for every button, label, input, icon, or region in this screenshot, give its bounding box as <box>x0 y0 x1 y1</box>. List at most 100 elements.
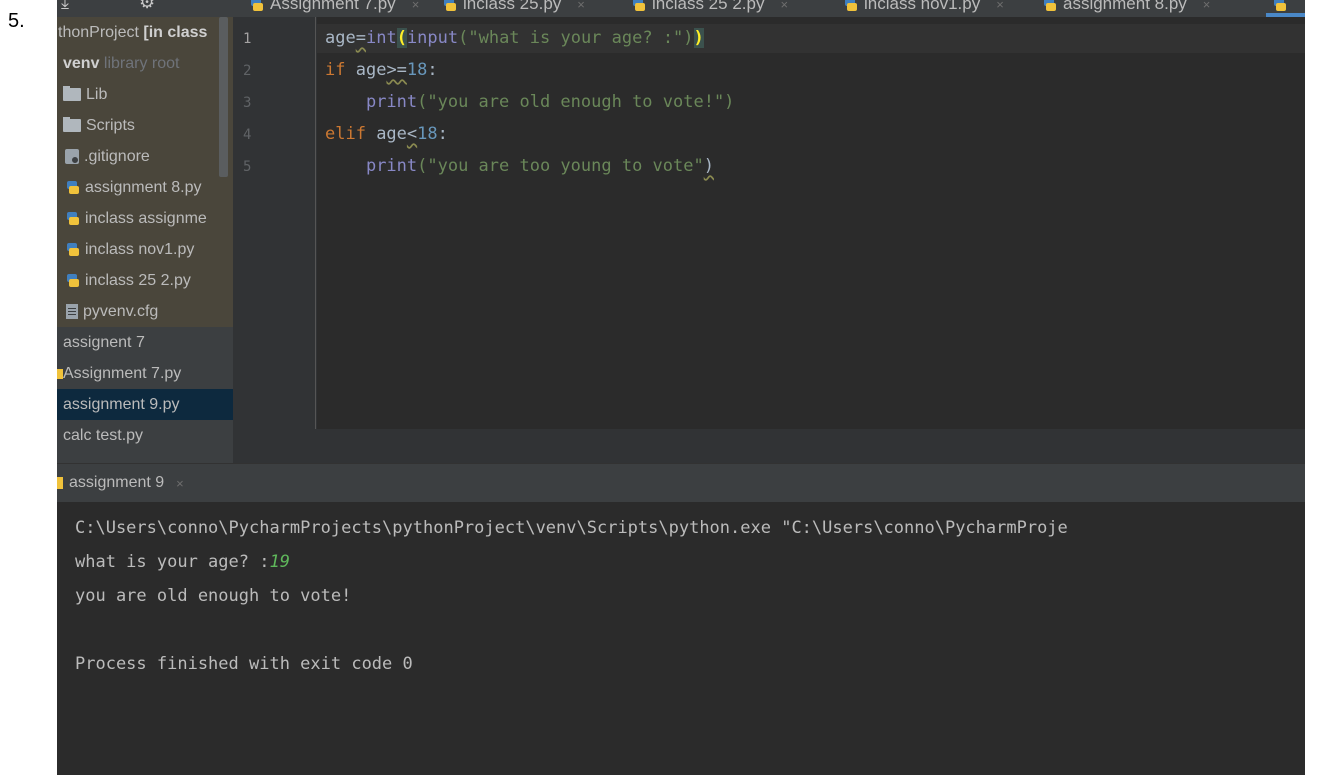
code-token: print <box>365 156 418 176</box>
library-root-note: library root <box>103 54 180 72</box>
code-editor[interactable]: age=int(input("what is your age? :")) if… <box>317 17 1305 463</box>
tree-item-assignent-7[interactable]: assignent 7 <box>57 327 239 358</box>
tree-item-assignment-7-py[interactable]: Assignment 7.py <box>57 358 233 389</box>
tab-label: inclass 25.py <box>463 0 562 13</box>
code-token: >= <box>386 60 407 80</box>
tree-item-venv[interactable]: venv library root <box>57 48 239 79</box>
folder-icon <box>63 86 81 101</box>
tree-item-inclass-25-2[interactable]: inclass 25 2.py <box>57 265 241 296</box>
close-icon[interactable]: × <box>996 0 1004 12</box>
code-token: : <box>437 124 448 144</box>
tree-item-lib[interactable]: Lib <box>57 79 239 110</box>
tree-item-label: assignment 9.py <box>63 395 180 413</box>
code-token: < <box>406 124 418 144</box>
run-tool-window-header: assignment 9 × <box>57 463 1305 502</box>
tree-item-inclass-nov1[interactable]: inclass nov1.py <box>57 234 241 265</box>
code-line-5[interactable]: print("you are too young to vote") <box>325 156 714 176</box>
venv-name: venv <box>63 54 100 72</box>
console-prompt-line: what is your age? :19 <box>75 552 290 572</box>
code-token: 18 <box>417 124 438 144</box>
tab-assignment-8[interactable]: assignment 8.py × <box>1042 0 1210 17</box>
console-command-line: C:\Users\conno\PycharmProjects\pythonPro… <box>75 518 1068 538</box>
code-token: print <box>365 92 418 112</box>
project-name: thonProject <box>58 23 139 41</box>
code-token: age <box>365 124 407 144</box>
python-file-icon <box>249 0 264 12</box>
line-number: 3 <box>243 95 252 111</box>
code-token: ("what is your age? :") <box>458 28 694 48</box>
sidebar-scrollbar[interactable] <box>219 17 228 177</box>
line-number: 2 <box>243 63 252 79</box>
tree-item-label: pyvenv.cfg <box>83 302 159 320</box>
line-number-gutter: 1 2 3 4 5 <box>233 17 317 463</box>
tree-item-scripts[interactable]: Scripts <box>57 110 239 141</box>
tree-item-pyvenv-cfg[interactable]: pyvenv.cfg <box>57 296 242 327</box>
python-file-icon <box>442 0 457 12</box>
code-line-2[interactable]: if age>=18: <box>325 60 438 80</box>
tree-item-assignment-8[interactable]: assignment 8.py <box>57 172 241 203</box>
console-user-input: 19 <box>269 552 290 572</box>
tree-item-label: assignent 7 <box>63 333 145 351</box>
code-token: elif <box>325 124 366 144</box>
close-icon[interactable]: × <box>577 0 585 12</box>
line-number: 4 <box>243 127 252 143</box>
python-file-icon <box>1042 0 1057 12</box>
tree-item-gitignore[interactable]: .gitignore <box>57 141 241 172</box>
close-icon[interactable]: × <box>1203 0 1211 12</box>
run-tab-label: assignment 9 <box>69 474 165 491</box>
list-item-number: 5. <box>8 10 25 32</box>
code-line-3[interactable]: print("you are old enough to vote!") <box>325 92 734 112</box>
python-file-icon <box>65 211 80 226</box>
tree-item-project-root[interactable]: thonProject [in class <box>57 17 234 48</box>
bracket-match: ( <box>396 28 407 48</box>
tab-inclass-nov1[interactable]: inclass nov1.py × <box>843 0 1004 17</box>
tree-item-label: .gitignore <box>84 147 150 165</box>
python-file-icon <box>65 180 80 195</box>
close-icon[interactable]: × <box>412 0 420 12</box>
tree-item-calc-test[interactable]: calc test.py <box>57 420 239 451</box>
project-tree-panel: thonProject [in class venv library root … <box>57 17 242 463</box>
code-line-4[interactable]: elif age<18: <box>325 124 448 144</box>
code-token: if <box>325 60 346 80</box>
tree-item-assignment-9-selected[interactable]: assignment 9.py <box>57 389 239 420</box>
tree-item-label: Scripts <box>86 116 135 134</box>
code-token: : <box>427 60 438 80</box>
tree-item-label: calc test.py <box>63 426 144 444</box>
settings-gear-icon[interactable]: ⚙ <box>139 0 155 13</box>
run-tab-assignment-9[interactable]: assignment 9 × <box>57 474 184 492</box>
expand-icon[interactable]: ⌃ <box>99 0 114 13</box>
console-prompt: what is your age? : <box>75 552 270 572</box>
tree-item-label: Lib <box>86 85 108 103</box>
close-icon[interactable]: × <box>780 0 788 12</box>
code-token: ("you are old enough to vote!") <box>417 92 735 112</box>
run-console[interactable]: C:\Users\conno\PycharmProjects\pythonPro… <box>57 502 1305 775</box>
editor-tab-bar: ⤓ ⌃ ⚙ Assignment 7.py × inclass 25.py × … <box>57 0 1305 17</box>
code-line-1[interactable]: age=int(input("what is your age? :")) <box>325 28 704 48</box>
code-token: 18 <box>406 60 428 80</box>
tree-item-inclass-assignment[interactable]: inclass assignme <box>57 203 241 234</box>
python-run-icon <box>57 477 63 489</box>
console-output-line: you are old enough to vote! <box>75 586 352 606</box>
line-number: 1 <box>243 31 252 47</box>
tab-inclass-25[interactable]: inclass 25.py × <box>442 0 585 17</box>
tree-item-label: inclass 25 2.py <box>85 271 191 289</box>
editor-breadcrumb-bar <box>233 429 1305 463</box>
tab-inclass-25-2[interactable]: inclass 25 2.py × <box>631 0 788 17</box>
console-exit-message: Process finished with exit code 0 <box>75 654 413 674</box>
python-file-icon <box>843 0 858 12</box>
line-number: 5 <box>243 159 252 175</box>
code-token: ) <box>703 156 714 176</box>
tab-assignment-7[interactable]: Assignment 7.py × <box>249 0 419 17</box>
close-icon[interactable]: × <box>176 476 184 491</box>
collapse-all-icon[interactable]: ⤓ <box>61 0 69 13</box>
tab-label: inclass nov1.py <box>864 0 981 13</box>
folder-icon <box>63 117 81 132</box>
code-token: ("you are too young to vote" <box>417 156 704 176</box>
python-file-icon <box>631 0 646 12</box>
config-file-icon <box>66 304 78 319</box>
code-token: age <box>325 28 356 48</box>
code-token: int <box>365 28 397 48</box>
python-file-icon <box>65 242 80 257</box>
code-token: input <box>406 28 459 48</box>
bracket-match: ) <box>693 28 704 48</box>
